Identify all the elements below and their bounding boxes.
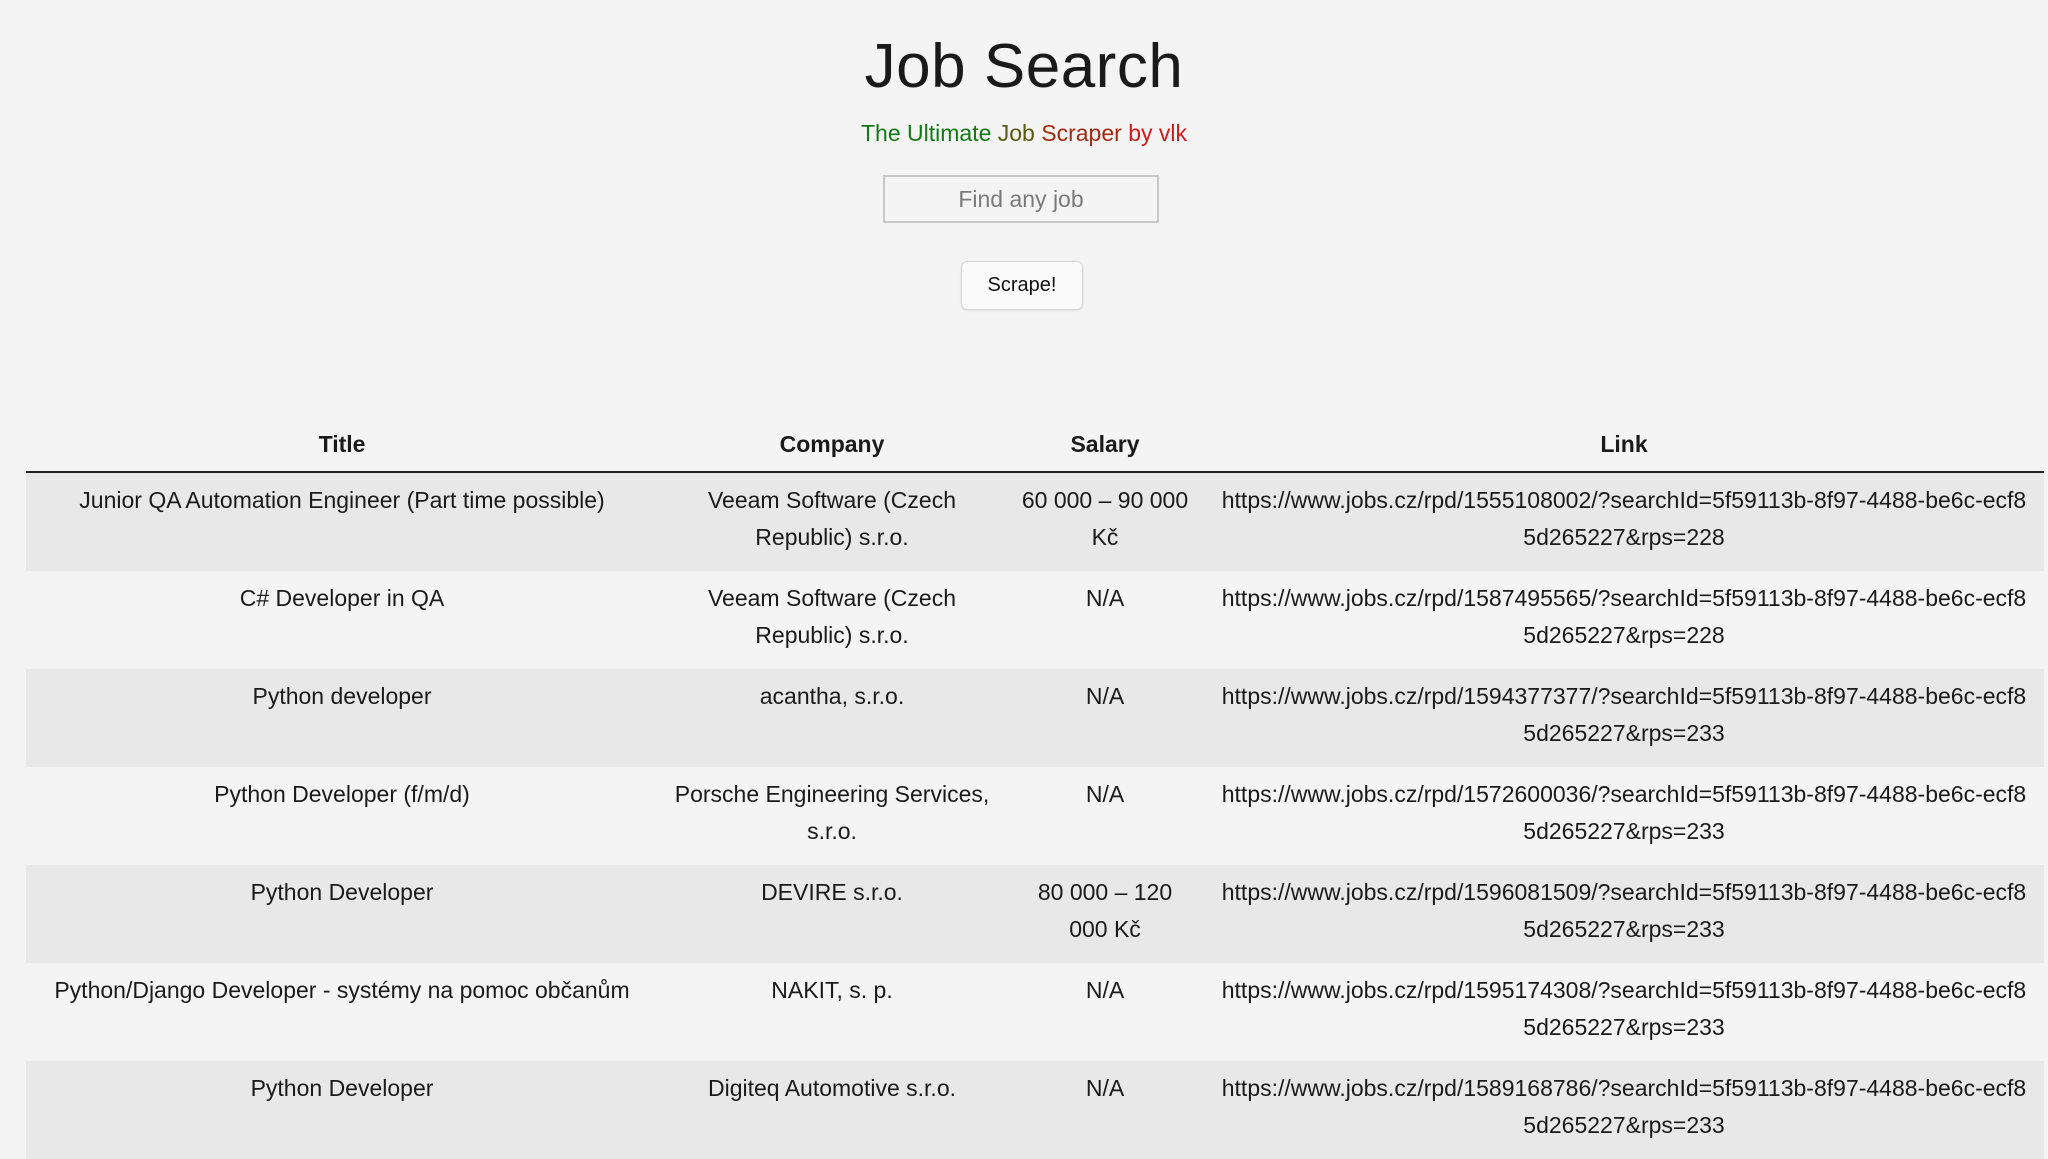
job-title-cell: Python/Django Developer - systémy na pom… (26, 963, 658, 1061)
table-row: Python Developer DEVIRE s.r.o. 80 000 – … (26, 865, 2044, 963)
salary-cell: N/A (1006, 767, 1204, 865)
page-title: Job Search (864, 32, 1184, 101)
results-table: Title Company Salary Link Junior QA Auto… (26, 418, 2044, 1159)
job-title-cell: Python developer (26, 669, 658, 767)
table-row: C# Developer in QA Veeam Software (Czech… (26, 571, 2044, 669)
column-header-title: Title (26, 418, 658, 473)
job-link-cell[interactable]: https://www.jobs.cz/rpd/1587495565/?sear… (1204, 571, 2044, 669)
company-cell: Digiteq Automotive s.r.o. (658, 1061, 1006, 1159)
salary-cell: N/A (1006, 1061, 1204, 1159)
company-cell: Porsche Engineering Services, s.r.o. (658, 767, 1006, 865)
salary-cell: N/A (1006, 669, 1204, 767)
company-cell: NAKIT, s. p. (658, 963, 1006, 1061)
salary-cell: 80 000 – 120 000 Kč (1006, 865, 1204, 963)
scrape-button[interactable]: Scrape! (961, 261, 1083, 310)
company-cell: acantha, s.r.o. (658, 669, 1006, 767)
results-table-header: Title Company Salary Link (26, 418, 2044, 473)
job-title-cell: Python Developer (26, 865, 658, 963)
subtitle-part: The Ultimate (861, 120, 998, 146)
job-title-cell: Junior QA Automation Engineer (Part time… (26, 472, 658, 571)
company-cell: Veeam Software (Czech Republic) s.r.o. (658, 472, 1006, 571)
company-cell: DEVIRE s.r.o. (658, 865, 1006, 963)
job-title-cell: Python Developer (f/m/d) (26, 767, 658, 865)
page-header: Job Search The Ultimate Job Scraper by v… (0, 0, 2048, 147)
salary-cell: N/A (1006, 963, 1204, 1061)
page-subtitle: The Ultimate Job Scraper by vlk (0, 120, 2048, 146)
job-link-cell[interactable]: https://www.jobs.cz/rpd/1595174308/?sear… (1204, 963, 2044, 1061)
job-title-cell: Python Developer (26, 1061, 658, 1159)
column-header-company: Company (658, 418, 1006, 473)
table-row: Junior QA Automation Engineer (Part time… (26, 472, 2044, 571)
job-link-cell[interactable]: https://www.jobs.cz/rpd/1572600036/?sear… (1204, 767, 2044, 865)
subtitle-part: Scraper (1041, 120, 1129, 146)
salary-cell: 60 000 – 90 000 Kč (1006, 472, 1204, 571)
subtitle-part: by vlk (1128, 120, 1187, 146)
header-row: Title Company Salary Link (26, 418, 2044, 473)
column-header-link: Link (1204, 418, 2044, 473)
column-header-salary: Salary (1006, 418, 1204, 473)
job-link-cell[interactable]: https://www.jobs.cz/rpd/1555108002/?sear… (1204, 472, 2044, 571)
company-cell: Veeam Software (Czech Republic) s.r.o. (658, 571, 1006, 669)
job-title-cell: C# Developer in QA (26, 571, 658, 669)
results-table-body: Junior QA Automation Engineer (Part time… (26, 472, 2044, 1159)
job-link-cell[interactable]: https://www.jobs.cz/rpd/1589168786/?sear… (1204, 1061, 2044, 1159)
subtitle-part: Job (997, 120, 1042, 146)
job-link-cell[interactable]: https://www.jobs.cz/rpd/1596081509/?sear… (1204, 865, 2044, 963)
salary-cell: N/A (1006, 571, 1204, 669)
job-search-input[interactable] (883, 175, 1159, 223)
table-row: Python Developer Digiteq Automotive s.r.… (26, 1061, 2044, 1159)
table-row: Python developer acantha, s.r.o. N/A htt… (26, 669, 2044, 767)
table-row: Python Developer (f/m/d) Porsche Enginee… (26, 767, 2044, 865)
table-row: Python/Django Developer - systémy na pom… (26, 963, 2044, 1061)
job-link-cell[interactable]: https://www.jobs.cz/rpd/1594377377/?sear… (1204, 669, 2044, 767)
